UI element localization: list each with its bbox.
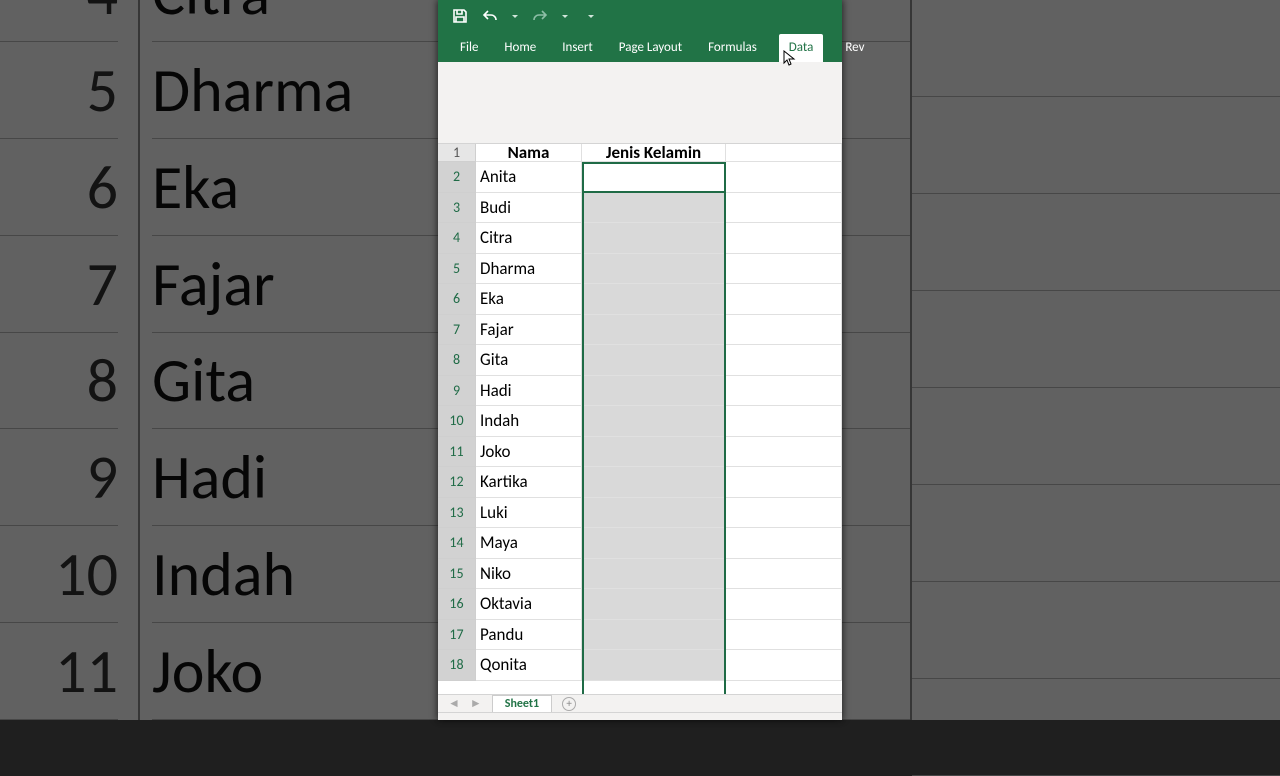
cell-empty[interactable] xyxy=(726,144,842,162)
cell-jenis-kelamin[interactable] xyxy=(582,437,726,468)
redo-icon xyxy=(532,8,548,24)
ribbon-content-area xyxy=(438,62,842,144)
row-header[interactable]: 12 xyxy=(438,467,476,498)
cell-empty[interactable] xyxy=(726,406,842,437)
quick-access-toolbar xyxy=(438,0,842,32)
cell-name[interactable]: Eka xyxy=(476,284,582,315)
cell-name[interactable]: Joko xyxy=(476,437,582,468)
row-header[interactable]: 3 xyxy=(438,193,476,224)
spreadsheet-grid[interactable]: 1NamaJenis Kelamin 2Anita3Budi4Citra5Dhar… xyxy=(438,144,842,694)
redo-more-icon xyxy=(562,13,568,19)
sheet-tab-bar: ◄ ► Sheet1 + xyxy=(438,694,842,712)
row-header[interactable]: 16 xyxy=(438,589,476,620)
sheet-tab[interactable]: Sheet1 xyxy=(492,695,552,712)
background-right-col xyxy=(910,0,1280,720)
ribbon-tab-data[interactable]: Data xyxy=(779,34,824,62)
cell-jenis-kelamin[interactable] xyxy=(582,467,726,498)
cell-jenis-kelamin[interactable] xyxy=(582,559,726,590)
cell-name[interactable]: Hadi xyxy=(476,376,582,407)
cell-empty[interactable] xyxy=(726,559,842,590)
cell-jenis-kelamin[interactable] xyxy=(582,376,726,407)
row-header[interactable]: 1 xyxy=(438,144,476,162)
cell-jenis-kelamin[interactable] xyxy=(582,162,726,193)
undo-more-icon[interactable] xyxy=(512,13,518,19)
row-header[interactable]: 5 xyxy=(438,254,476,285)
cell-empty[interactable] xyxy=(726,376,842,407)
cell-name[interactable]: Indah xyxy=(476,406,582,437)
status-bar xyxy=(438,712,842,720)
cell-empty[interactable] xyxy=(726,498,842,529)
cell-name[interactable]: Kartika xyxy=(476,467,582,498)
cell-empty[interactable] xyxy=(726,620,842,651)
row-header[interactable]: 11 xyxy=(438,437,476,468)
cell-name[interactable]: Citra xyxy=(476,223,582,254)
cell-jenis-kelamin[interactable] xyxy=(582,498,726,529)
cell-name[interactable]: Niko xyxy=(476,559,582,590)
row-header[interactable]: 14 xyxy=(438,528,476,559)
cell-jenis-kelamin[interactable] xyxy=(582,345,726,376)
cell-name[interactable]: Dharma xyxy=(476,254,582,285)
row-header[interactable]: 10 xyxy=(438,406,476,437)
customize-qat-icon[interactable] xyxy=(588,13,594,19)
ribbon-tab-page-layout[interactable]: Page Layout xyxy=(615,34,686,62)
cell-empty[interactable] xyxy=(726,467,842,498)
row-header[interactable]: 15 xyxy=(438,559,476,590)
row-header[interactable]: 13 xyxy=(438,498,476,529)
row-header[interactable]: 17 xyxy=(438,620,476,651)
cell-empty[interactable] xyxy=(726,254,842,285)
cell-empty[interactable] xyxy=(726,650,842,681)
cell-empty[interactable] xyxy=(726,589,842,620)
cell-jenis-kelamin[interactable] xyxy=(582,223,726,254)
cell-name[interactable]: Gita xyxy=(476,345,582,376)
row-header[interactable]: 8 xyxy=(438,345,476,376)
cell-jenis-kelamin[interactable] xyxy=(582,406,726,437)
cell-name[interactable]: Qonita xyxy=(476,650,582,681)
cell-empty[interactable] xyxy=(726,437,842,468)
cell-name[interactable]: Maya xyxy=(476,528,582,559)
row-header[interactable]: 18 xyxy=(438,650,476,681)
cell-empty[interactable] xyxy=(726,528,842,559)
cell-jenis-kelamin[interactable] xyxy=(582,284,726,315)
ribbon-tab-rev[interactable]: Rev xyxy=(841,34,868,62)
ribbon-tab-formulas[interactable]: Formulas xyxy=(704,34,761,62)
ribbon-tab-insert[interactable]: Insert xyxy=(558,34,597,62)
add-sheet-icon[interactable]: + xyxy=(562,697,576,711)
sheet-nav-next-icon[interactable]: ► xyxy=(470,696,482,711)
cell-name[interactable]: Luki xyxy=(476,498,582,529)
sheet-nav-prev-icon[interactable]: ◄ xyxy=(448,696,460,711)
cell-empty[interactable] xyxy=(726,284,842,315)
save-icon[interactable] xyxy=(452,8,468,24)
row-header[interactable]: 9 xyxy=(438,376,476,407)
row-header[interactable]: 2 xyxy=(438,162,476,193)
cell-jenis-kelamin[interactable] xyxy=(582,193,726,224)
cell-name[interactable]: Pandu xyxy=(476,620,582,651)
cell-empty[interactable] xyxy=(726,315,842,346)
excel-app-window: FileHomeInsertPage LayoutFormulasDataRev… xyxy=(438,0,842,720)
ribbon-tab-file[interactable]: File xyxy=(456,34,482,62)
cell-jenis-kelamin[interactable] xyxy=(582,254,726,285)
cell-empty[interactable] xyxy=(726,162,842,193)
cell-jenis-kelamin[interactable] xyxy=(582,315,726,346)
cell-jenis-kelamin[interactable] xyxy=(582,589,726,620)
ribbon-tab-home[interactable]: Home xyxy=(500,34,540,62)
cell-empty[interactable] xyxy=(726,345,842,376)
cell-jenis-kelamin[interactable] xyxy=(582,650,726,681)
cell-name[interactable]: Budi xyxy=(476,193,582,224)
cell-empty[interactable] xyxy=(726,193,842,224)
row-header[interactable]: 7 xyxy=(438,315,476,346)
cell-name[interactable]: Nama xyxy=(476,144,582,162)
cell-name[interactable]: Fajar xyxy=(476,315,582,346)
cell-jenis-kelamin[interactable]: Jenis Kelamin xyxy=(582,144,726,162)
ribbon-tabs: FileHomeInsertPage LayoutFormulasDataRev xyxy=(438,32,842,62)
cell-empty[interactable] xyxy=(726,223,842,254)
cell-jenis-kelamin[interactable] xyxy=(582,620,726,651)
cell-name[interactable]: Oktavia xyxy=(476,589,582,620)
undo-icon[interactable] xyxy=(482,8,498,24)
row-header[interactable]: 4 xyxy=(438,223,476,254)
cell-name[interactable]: Anita xyxy=(476,162,582,193)
cell-jenis-kelamin[interactable] xyxy=(582,528,726,559)
row-header[interactable]: 6 xyxy=(438,284,476,315)
